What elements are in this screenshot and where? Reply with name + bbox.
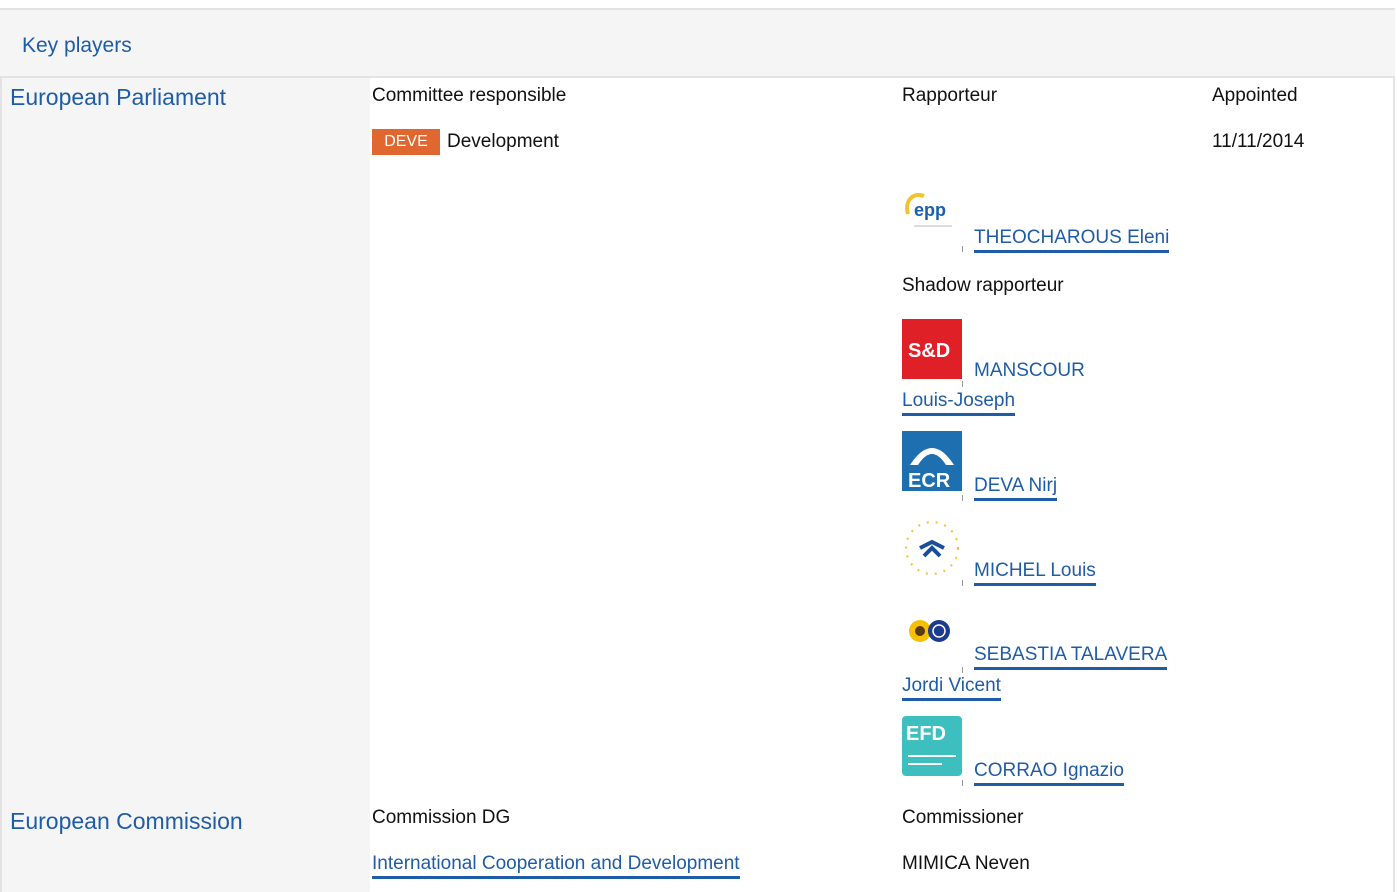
shadow-link-sebastia[interactable]: SEBASTIA TALAVERA [974,644,1168,670]
commission-dg-header: Commission DG [372,807,511,828]
rapporteur-link[interactable]: THEOCHAROUS Eleni [974,227,1170,253]
institution-european-parliament: European Parliament [10,84,227,110]
epp-logo: epp [902,186,962,246]
commissioner-header: Commissioner [902,807,1024,828]
committee-badge: DEVE [372,129,440,155]
shadow-link-sebastia-line2[interactable]: Jordi Vicent [902,675,1001,701]
svg-text:S&D: S&D [908,340,950,362]
commission-dg-link[interactable]: International Cooperation and Developmen… [372,853,740,879]
section-header: Key players [0,10,1395,78]
logo-divider [962,667,963,673]
appointed-date: 11/11/2014 [1212,131,1305,152]
ecr-logo: ECR [902,431,962,492]
section-title: Key players [22,34,132,57]
logo-divider [962,381,963,387]
shadow-link-corrao[interactable]: CORRAO Ignazio [974,760,1124,786]
alde-logo [902,518,962,578]
shadow-link-deva[interactable]: DEVA Nirj [974,475,1058,501]
commissioner-name: MIMICA Neven [902,853,1030,874]
appointed-header: Appointed [1212,85,1298,106]
shadow-link-manscour[interactable]: MANSCOUR [974,360,1085,383]
efdd-logo: EFD [902,716,962,776]
committee-responsible-header: Committee responsible [372,85,567,106]
svg-text:epp: epp [914,200,946,220]
shadow-rapporteur-label: Shadow rapporteur [902,275,1064,296]
svg-text:ECR: ECR [908,470,951,491]
committee-name: Development [447,131,559,152]
logo-divider [962,246,963,252]
sd-logo: S&D [902,319,962,379]
logo-divider [962,780,963,786]
logo-divider [962,495,963,501]
institution-european-commission: European Commission [10,808,243,834]
rapporteur-header: Rapporteur [902,85,998,106]
greens-efa-logo [902,611,962,671]
shadow-link-manscour-line2[interactable]: Louis-Joseph [902,390,1016,416]
institution-column: European Parliament European Commission [2,78,370,892]
svg-text:EFD: EFD [906,723,946,745]
shadow-link-michel[interactable]: MICHEL Louis [974,560,1096,586]
logo-divider [962,580,963,586]
